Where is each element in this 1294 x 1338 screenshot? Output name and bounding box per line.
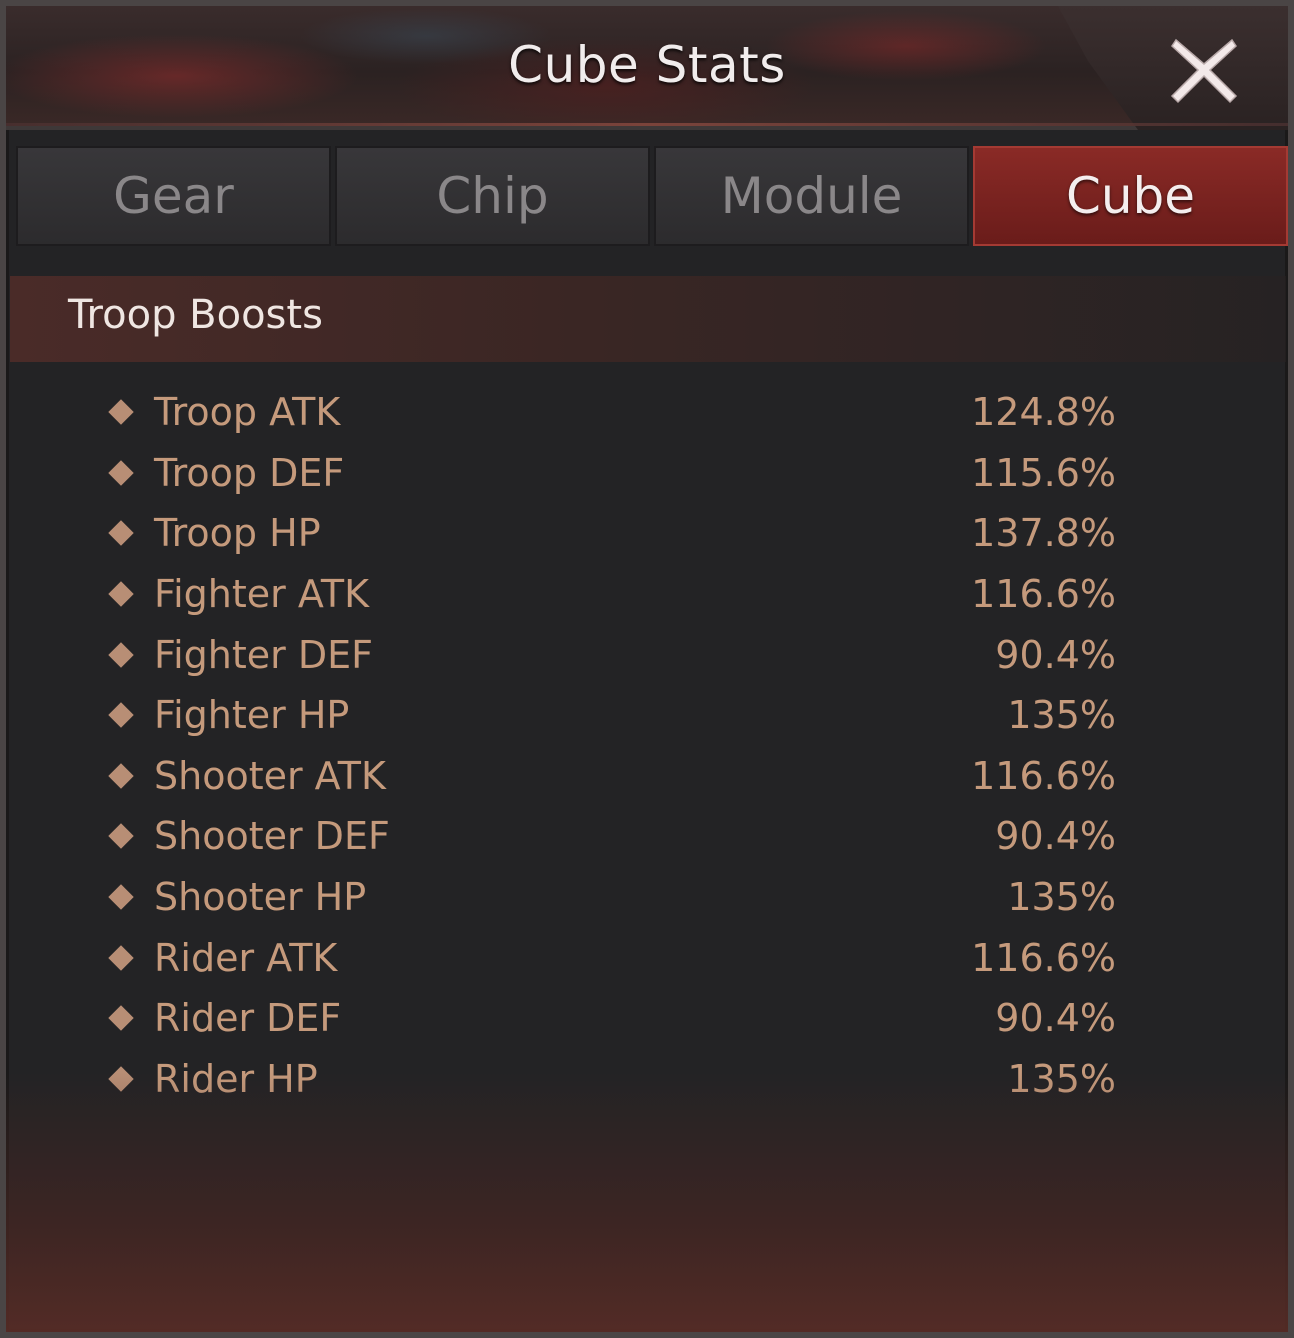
section-header: Troop Boosts [10, 276, 1286, 362]
diamond-bullet-icon [108, 823, 134, 850]
tab-module[interactable]: Module [654, 146, 969, 246]
stat-row: Fighter ATK 116.6% [106, 564, 1116, 625]
stat-label: Shooter HP [154, 875, 367, 920]
diamond-bullet-icon [108, 702, 134, 728]
diamond-bullet-icon [108, 763, 134, 789]
diamond-bullet-icon [108, 399, 134, 426]
diamond-bullet-icon [108, 884, 134, 910]
stat-value: 90.4% [995, 996, 1116, 1041]
stat-row: Rider DEF 90.4% [106, 988, 1116, 1049]
stat-label: Fighter HP [154, 693, 350, 738]
stats-list: Troop ATK 124.8% Troop DEF 115.6% Troop … [106, 382, 1116, 1109]
stat-value: 135% [1007, 875, 1116, 920]
stat-row: Troop HP 137.8% [106, 503, 1116, 564]
stat-row: Rider ATK 116.6% [106, 927, 1116, 988]
stat-label: Shooter ATK [154, 753, 386, 798]
stat-label: Fighter ATK [154, 572, 370, 617]
tab-gear[interactable]: Gear [16, 146, 331, 246]
stat-row: Shooter DEF 90.4% [106, 806, 1116, 867]
stat-label: Rider ATK [154, 935, 338, 980]
title-bar: Cube Stats [6, 6, 1288, 130]
close-button[interactable] [1168, 34, 1240, 106]
stat-value: 90.4% [995, 632, 1116, 677]
tab-cube[interactable]: Cube [973, 146, 1288, 246]
diamond-bullet-icon [108, 520, 134, 547]
diamond-bullet-icon [108, 460, 134, 486]
stat-value: 115.6% [971, 450, 1116, 495]
panel-bottom-glow [6, 1072, 1288, 1332]
diamond-bullet-icon [108, 1005, 134, 1031]
stat-value: 116.6% [971, 935, 1116, 980]
tab-bar: Gear Chip Module Cube [16, 146, 1288, 246]
tab-chip[interactable]: Chip [335, 146, 650, 246]
stat-label: Troop DEF [154, 450, 345, 495]
stat-label: Rider DEF [154, 996, 342, 1041]
close-x-icon [1170, 38, 1238, 104]
stat-label: Troop ATK [154, 390, 341, 435]
diamond-bullet-icon [108, 944, 134, 971]
stat-value: 90.4% [995, 814, 1116, 859]
stat-row: Troop DEF 115.6% [106, 443, 1116, 504]
stat-label: Fighter DEF [154, 632, 373, 677]
stat-row: Fighter HP 135% [106, 685, 1116, 746]
stat-value: 124.8% [971, 390, 1116, 435]
diamond-bullet-icon [108, 581, 134, 607]
stat-label: Shooter DEF [154, 814, 390, 859]
stat-row: Shooter ATK 116.6% [106, 746, 1116, 807]
stat-value: 116.6% [971, 753, 1116, 798]
stat-row: Troop ATK 124.8% [106, 382, 1116, 443]
stat-row: Fighter DEF 90.4% [106, 624, 1116, 685]
section-title: Troop Boosts [68, 292, 323, 338]
stat-value: 137.8% [971, 511, 1116, 556]
diamond-bullet-icon [108, 641, 134, 668]
stat-value: 135% [1007, 693, 1116, 738]
stat-row: Shooter HP 135% [106, 867, 1116, 928]
stat-value: 116.6% [971, 572, 1116, 617]
stat-label: Troop HP [154, 511, 321, 556]
cube-stats-window: Cube Stats Gear Chip Module Cube Troop B… [0, 0, 1294, 1338]
